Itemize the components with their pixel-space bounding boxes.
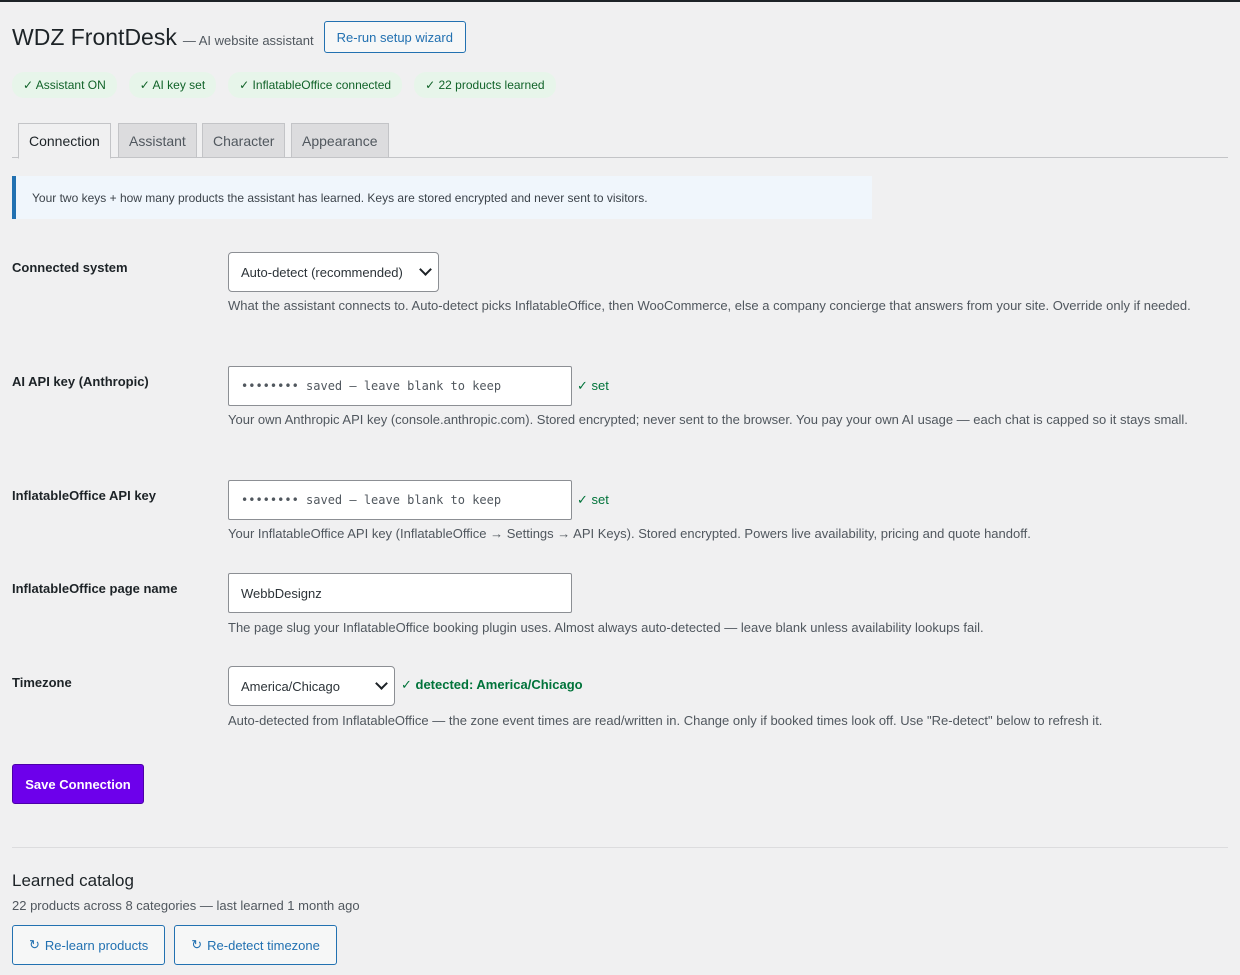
timezone-detected-status: ✓ detected: America/Chicago <box>401 677 583 692</box>
settings-tabs: Connection Assistant Character Appearanc… <box>12 123 1228 159</box>
ai-api-key-description: Your own Anthropic API key (console.anth… <box>228 412 1188 427</box>
tab-character[interactable]: Character <box>202 123 286 158</box>
page-name-label: InflatableOffice page name <box>12 581 178 596</box>
learned-catalog-summary: 22 products across 8 categories — last l… <box>12 898 360 913</box>
tab-appearance[interactable]: Appearance <box>291 123 389 158</box>
page-header: WDZ FrontDesk — AI website assistant Re-… <box>12 20 466 54</box>
refresh-icon: ↻ <box>191 937 203 952</box>
rerun-setup-wizard-button[interactable]: Re-run setup wizard <box>323 21 466 53</box>
redetect-timezone-label: Re-detect timezone <box>207 937 320 953</box>
save-connection-button[interactable]: Save Connection <box>12 764 144 804</box>
ai-api-key-label: AI API key (Anthropic) <box>12 374 149 389</box>
learned-catalog-title: Learned catalog <box>12 871 134 890</box>
chevron-down-icon <box>375 677 388 690</box>
page-title: WDZ FrontDesk <box>12 23 177 50</box>
connected-system-description: What the assistant connects to. Auto-det… <box>228 298 1191 313</box>
timezone-select[interactable]: America/Chicago <box>228 666 395 706</box>
status-badges: ✓ Assistant ON ✓ AI key set ✓ Inflatable… <box>12 72 556 98</box>
connected-system-label: Connected system <box>12 260 128 275</box>
status-badge-products: ✓ 22 products learned <box>414 72 556 98</box>
status-badge-inflatableoffice: ✓ InflatableOffice connected <box>228 72 403 98</box>
inflatableoffice-api-key-description: Your InflatableOffice API key (Inflatabl… <box>228 526 1031 541</box>
tab-connection[interactable]: Connection <box>18 123 111 159</box>
page-name-input[interactable]: WebbDesignz <box>228 573 572 613</box>
section-divider <box>12 847 1228 848</box>
timezone-label: Timezone <box>12 675 72 690</box>
inflatableoffice-api-key-status: ✓ set <box>577 492 609 507</box>
tab-assistant[interactable]: Assistant <box>118 123 197 158</box>
catalog-actions: ↻ Re-learn products ↻ Re-detect timezone <box>12 925 337 965</box>
page-subtitle: — AI website assistant <box>182 32 314 48</box>
refresh-icon: ↻ <box>29 937 40 952</box>
page-name-description: The page slug your InflatableOffice book… <box>228 620 984 635</box>
timezone-description: Auto-detected from InflatableOffice — th… <box>228 713 1103 728</box>
info-notice: Your two keys + how many products the as… <box>12 176 872 219</box>
status-badge-assistant: ✓ Assistant ON <box>12 72 117 98</box>
ai-api-key-input[interactable]: •••••••• saved — leave blank to keep <box>228 366 572 406</box>
connected-system-value: Auto-detect (recommended) <box>241 264 403 280</box>
inflatableoffice-api-key-label: InflatableOffice API key <box>12 488 157 503</box>
connected-system-select[interactable]: Auto-detect (recommended) <box>228 252 439 292</box>
redetect-timezone-button[interactable]: ↻ Re-detect timezone <box>174 925 337 965</box>
status-badge-ai-key: ✓ AI key set <box>128 72 217 98</box>
relearn-products-button[interactable]: ↻ Re-learn products <box>12 925 166 965</box>
chevron-down-icon <box>419 263 432 276</box>
ai-api-key-status: ✓ set <box>577 378 609 393</box>
inflatableoffice-api-key-input[interactable]: •••••••• saved — leave blank to keep <box>228 480 572 520</box>
relearn-products-label: Re-learn products <box>44 937 149 953</box>
timezone-value: America/Chicago <box>241 678 340 694</box>
